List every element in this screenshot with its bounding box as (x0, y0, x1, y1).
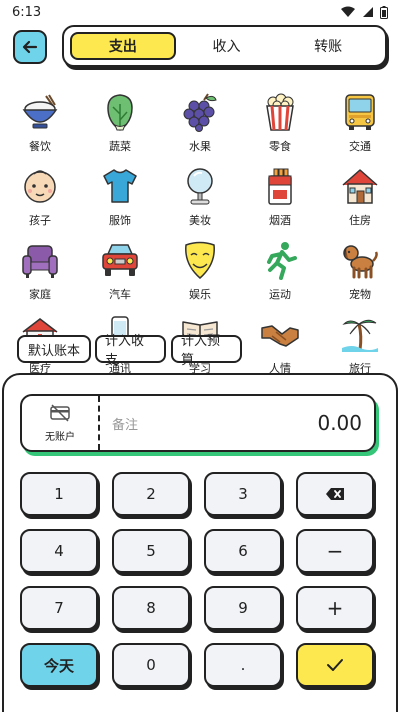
category-pet[interactable]: 宠物 (320, 240, 400, 301)
house-icon (340, 166, 380, 206)
count-in-balance-chip[interactable]: 计入收支 (95, 334, 166, 368)
bus-icon (340, 92, 380, 132)
type-tab-bar: 支出 收入 转账 (62, 25, 387, 67)
back-button[interactable] (13, 30, 47, 64)
category-label: 蔬菜 (109, 140, 131, 153)
status-bar: 6:13 (0, 0, 400, 24)
key-4[interactable]: 4 (20, 529, 98, 573)
key-1[interactable]: 1 (20, 472, 98, 516)
grapes-icon (180, 92, 220, 132)
signal-icon (363, 7, 373, 17)
tab-transfer[interactable]: 转账 (277, 32, 379, 60)
mirror-icon (180, 166, 220, 206)
minus-key[interactable]: − (296, 529, 374, 573)
category-label: 汽车 (109, 288, 131, 301)
status-time: 6:13 (12, 4, 42, 20)
category-label: 住房 (349, 214, 371, 227)
key-0[interactable]: 0 (112, 643, 190, 687)
key-2[interactable]: 2 (112, 472, 190, 516)
key-3[interactable]: 3 (204, 472, 282, 516)
category-label: 宠物 (349, 288, 371, 301)
default-book-chip[interactable]: 默认账本 (17, 335, 91, 363)
sofa-icon (20, 240, 60, 280)
category-label: 餐饮 (29, 140, 51, 153)
category-child[interactable]: 孩子 (0, 166, 80, 227)
plus-key[interactable]: + (296, 586, 374, 630)
tab-income[interactable]: 收入 (176, 32, 278, 60)
category-label: 孩子 (29, 214, 51, 227)
tshirt-icon (100, 166, 140, 206)
tab-expense[interactable]: 支出 (70, 32, 176, 60)
arrow-left-icon (22, 40, 38, 54)
category-label: 娱乐 (189, 288, 211, 301)
category-label: 水果 (189, 140, 211, 153)
account-selector[interactable]: 无账户 (22, 396, 100, 450)
category-snack[interactable]: 零食 (240, 92, 320, 153)
category-label: 服饰 (109, 214, 131, 227)
decimal-key[interactable]: . (204, 643, 282, 687)
category-transport[interactable]: 交通 (320, 92, 400, 153)
key-7[interactable]: 7 (20, 586, 98, 630)
category-dining[interactable]: 餐饮 (0, 92, 80, 153)
category-fruit[interactable]: 水果 (160, 92, 240, 153)
rice-bowl-icon (20, 92, 60, 132)
no-card-icon (50, 403, 70, 422)
today-date-key[interactable]: 今天 (20, 643, 98, 687)
category-travel[interactable]: 旅行 (320, 314, 400, 375)
child-face-icon (20, 166, 60, 206)
category-social-gifts[interactable]: 人情 (240, 314, 320, 375)
category-household[interactable]: 家庭 (0, 240, 80, 301)
check-icon (327, 659, 343, 671)
category-label: 烟酒 (269, 214, 291, 227)
cigarettes-icon (260, 166, 300, 206)
backspace-key[interactable] (296, 472, 374, 516)
category-label: 交通 (349, 140, 371, 153)
category-label: 零食 (269, 140, 291, 153)
palm-tree-icon (340, 314, 380, 354)
key-6[interactable]: 6 (204, 529, 282, 573)
runner-icon (260, 240, 300, 280)
category-car[interactable]: 汽车 (80, 240, 160, 301)
category-label: 美妆 (189, 214, 211, 227)
account-label: 无账户 (45, 431, 75, 443)
category-housing[interactable]: 住房 (320, 166, 400, 227)
category-label: 家庭 (29, 288, 51, 301)
note-placeholder: 备注 (112, 417, 139, 433)
category-vegetable[interactable]: 蔬菜 (80, 92, 160, 153)
note-input[interactable]: 备注 0.00 (100, 396, 374, 450)
amount-value: 0.00 (317, 411, 362, 435)
backspace-icon (326, 488, 344, 500)
vegetable-icon (100, 92, 140, 132)
mask-icon (180, 240, 220, 280)
popcorn-icon (260, 92, 300, 132)
amount-display: 无账户 备注 0.00 (20, 394, 376, 452)
category-cosmetics[interactable]: 美妆 (160, 166, 240, 227)
status-icons (340, 5, 388, 19)
key-5[interactable]: 5 (112, 529, 190, 573)
category-sports[interactable]: 运动 (240, 240, 320, 301)
wifi-icon (341, 6, 355, 17)
battery-icon (380, 5, 388, 19)
dog-icon (340, 240, 380, 280)
category-tobacco-alcohol[interactable]: 烟酒 (240, 166, 320, 227)
confirm-key[interactable] (296, 643, 374, 687)
car-icon (100, 240, 140, 280)
handshake-icon (260, 314, 300, 354)
count-in-budget-chip[interactable]: 计入预算 (171, 334, 242, 368)
key-9[interactable]: 9 (204, 586, 282, 630)
category-entertainment[interactable]: 娱乐 (160, 240, 240, 301)
key-8[interactable]: 8 (112, 586, 190, 630)
category-label: 运动 (269, 288, 291, 301)
category-clothing[interactable]: 服饰 (80, 166, 160, 227)
